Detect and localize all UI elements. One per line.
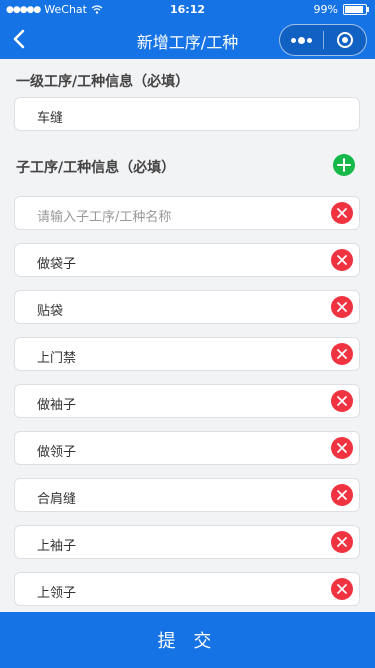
level1-input[interactable]: 车缝 — [14, 97, 360, 131]
sub-item[interactable]: 做袖子 — [14, 384, 360, 418]
status-right: 99% — [313, 3, 369, 16]
close-miniprogram-button[interactable] — [324, 31, 366, 49]
sub-item-label: 合肩缝 — [37, 492, 77, 507]
sub-item[interactable]: 贴袋 — [14, 290, 360, 324]
plus-icon — [337, 158, 351, 172]
submit-button[interactable]: 提 交 — [0, 612, 375, 668]
sub-item-label: 上领子 — [37, 586, 77, 601]
delete-button[interactable] — [331, 249, 353, 271]
target-icon — [337, 32, 353, 48]
sub-item[interactable]: 上领子 — [14, 572, 360, 606]
sub-item[interactable]: 做领子 — [14, 431, 360, 465]
sub-item[interactable]: 合肩缝 — [14, 478, 360, 512]
sub-item-label: 贴袋 — [37, 304, 64, 319]
more-menu-button[interactable] — [280, 36, 323, 44]
delete-button[interactable] — [331, 437, 353, 459]
sub-item-label: 上门禁 — [37, 351, 77, 366]
sub-item-label: 做袖子 — [37, 398, 77, 413]
close-icon — [337, 255, 347, 265]
sub-item-label: 上袖子 — [37, 539, 77, 554]
close-icon — [337, 396, 347, 406]
delete-button[interactable] — [331, 531, 353, 553]
close-icon — [337, 208, 347, 218]
sub-item-label: 做袋子 — [37, 257, 77, 272]
form-content: 一级工序/工种信息（必填） 车缝 子工序/工种信息（必填） 请输入子工序/工种名… — [0, 59, 375, 612]
miniprogram-capsule — [279, 24, 367, 56]
sub-item[interactable]: 上袖子 — [14, 525, 360, 559]
close-icon — [337, 584, 347, 594]
level1-input-value: 车缝 — [37, 111, 64, 126]
battery-icon — [343, 4, 369, 15]
sub-item-label: 做领子 — [37, 445, 77, 460]
delete-button[interactable] — [331, 390, 353, 412]
battery-percent: 99% — [313, 3, 338, 16]
sub-item[interactable]: 做袋子 — [14, 243, 360, 277]
close-icon — [337, 490, 347, 500]
nav-bar: 新增工序/工种 — [0, 20, 375, 59]
close-icon — [337, 302, 347, 312]
close-icon — [337, 443, 347, 453]
delete-button[interactable] — [331, 296, 353, 318]
sub-input-new[interactable]: 请输入子工序/工种名称 — [14, 196, 360, 230]
sub-item[interactable]: 上门禁 — [14, 337, 360, 371]
sub-input-placeholder: 请输入子工序/工种名称 — [37, 210, 172, 225]
level1-section-title: 一级工序/工种信息（必填） — [16, 74, 190, 90]
delete-button[interactable] — [331, 343, 353, 365]
status-bar: ●●●●● WeChat 16:12 99% — [0, 0, 375, 20]
close-icon — [337, 537, 347, 547]
add-sub-button[interactable] — [333, 154, 355, 176]
delete-button[interactable] — [331, 202, 353, 224]
sub-section-title: 子工序/工种信息（必填） — [16, 160, 176, 176]
close-icon — [337, 349, 347, 359]
delete-button[interactable] — [331, 578, 353, 600]
delete-button[interactable] — [331, 484, 353, 506]
